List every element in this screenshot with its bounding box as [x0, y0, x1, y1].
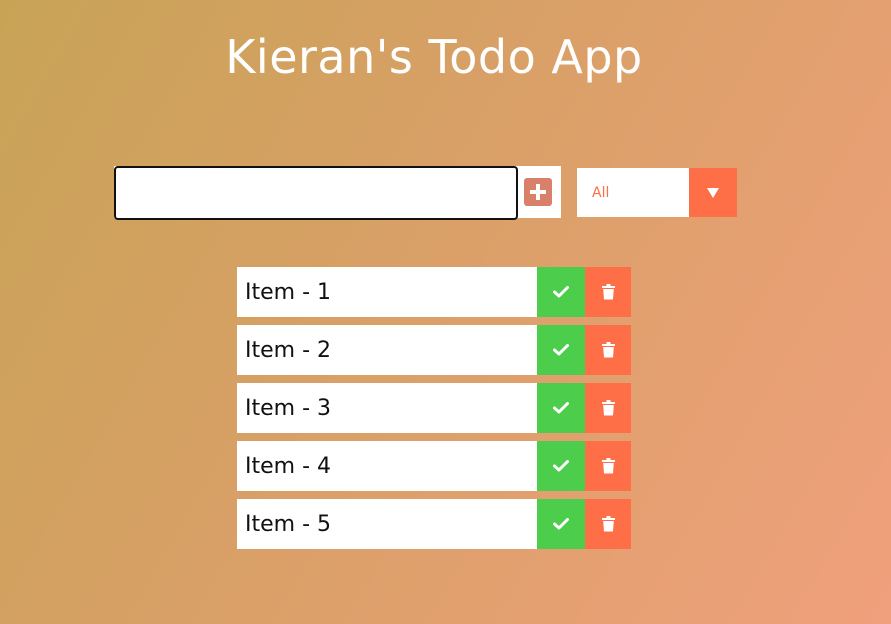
todo-list: Item - 1 Item - 2 Item - 3 Item - 4 Item…: [237, 267, 631, 557]
complete-button[interactable]: [537, 441, 585, 491]
filter-select[interactable]: All: [577, 168, 737, 217]
check-icon: [553, 286, 569, 298]
todo-input[interactable]: [114, 166, 518, 220]
delete-button[interactable]: [585, 499, 631, 549]
complete-button[interactable]: [537, 499, 585, 549]
complete-button[interactable]: [537, 267, 585, 317]
filter-selected-value: All: [592, 184, 610, 201]
todo-item: Item - 3: [237, 383, 631, 433]
todo-text: Item - 5: [237, 499, 537, 549]
complete-button[interactable]: [537, 325, 585, 375]
check-icon: [553, 460, 569, 472]
todo-item: Item - 5: [237, 499, 631, 549]
add-todo-button[interactable]: [524, 178, 552, 206]
todo-item: Item - 2: [237, 325, 631, 375]
todo-item: Item - 1: [237, 267, 631, 317]
todo-text: Item - 1: [237, 267, 537, 317]
trash-icon: [601, 516, 615, 532]
trash-icon: [601, 400, 615, 416]
todo-text: Item - 4: [237, 441, 537, 491]
check-icon: [553, 518, 569, 530]
plus-icon: [530, 184, 546, 200]
todo-text: Item - 2: [237, 325, 537, 375]
check-icon: [553, 344, 569, 356]
todo-item: Item - 4: [237, 441, 631, 491]
trash-icon: [601, 284, 615, 300]
check-icon: [553, 402, 569, 414]
trash-icon: [601, 342, 615, 358]
filter-dropdown-arrow[interactable]: [689, 168, 737, 217]
caret-down-icon: [707, 187, 719, 198]
complete-button[interactable]: [537, 383, 585, 433]
delete-button[interactable]: [585, 267, 631, 317]
delete-button[interactable]: [585, 383, 631, 433]
delete-button[interactable]: [585, 325, 631, 375]
todo-text: Item - 3: [237, 383, 537, 433]
trash-icon: [601, 458, 615, 474]
app-title: Kieran's Todo App: [225, 30, 643, 84]
todo-form: [114, 166, 561, 220]
delete-button[interactable]: [585, 441, 631, 491]
